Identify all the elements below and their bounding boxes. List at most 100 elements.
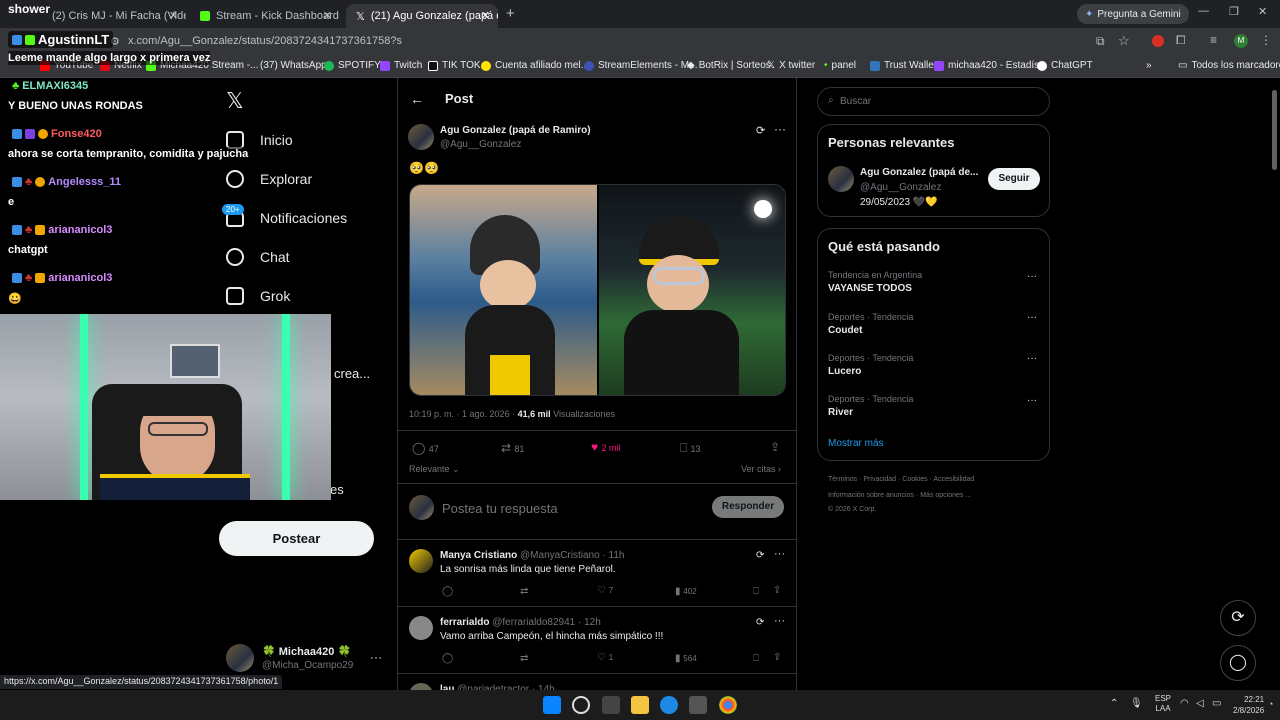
back-arrow-icon[interactable]: ← (410, 91, 424, 107)
close-icon[interactable]: ✕ (169, 9, 178, 22)
nav-explore[interactable]: Explorar (226, 170, 312, 188)
new-tab-button[interactable]: + (506, 5, 515, 22)
relevant-name[interactable]: Agu Gonzalez (papá de... (860, 167, 978, 178)
more-options-icon[interactable]: ··· (1027, 395, 1037, 406)
chrome-icon[interactable] (719, 696, 737, 714)
like-action[interactable]: ♡ 1 (597, 652, 613, 663)
language-indicator[interactable]: ESP LAA (1155, 694, 1171, 714)
reply-button[interactable]: Responder (712, 496, 784, 518)
trend-item[interactable]: Deportes · Tendencia Lucero (828, 353, 913, 377)
nav-chat[interactable]: Chat (226, 248, 290, 266)
nav-notifications[interactable]: Notificaciones (226, 209, 347, 227)
clock[interactable]: 22:21 2/8/2026 (1233, 694, 1264, 716)
views-action[interactable]: ▮ 564 (675, 653, 697, 664)
bookmark-spotify[interactable]: SPOTIFY (324, 60, 381, 71)
reply-author[interactable]: ferrarialdo (440, 617, 489, 628)
x-logo-icon[interactable]: 𝕏 (226, 88, 244, 114)
reply-input[interactable]: Postea tu respuesta (442, 501, 558, 516)
author-handle[interactable]: @Agu__Gonzalez (440, 139, 521, 150)
bookmark-trustwallet[interactable]: Trust Wallet (870, 60, 937, 71)
trend-item[interactable]: Deportes · Tendencia Coudet (828, 312, 913, 336)
repost-action[interactable]: ⇄ 81 (501, 441, 524, 455)
like-action[interactable]: ♡ 7 (597, 585, 613, 596)
footer-links[interactable]: Información sobre anuncios · Más opcione… (828, 492, 971, 499)
more-bookmarks-icon[interactable]: » (1146, 60, 1152, 71)
follow-button[interactable]: Seguir (988, 168, 1040, 190)
reply-icon[interactable]: ◯ (442, 586, 453, 597)
reply-author[interactable]: Manya Cristiano (440, 550, 517, 561)
nav-partial-label[interactable]: es (330, 482, 344, 497)
reply-item[interactable]: Manya Cristiano @ManyaCristiano · 11h La… (398, 540, 796, 606)
bookmark-michaa-stats[interactable]: michaa420 - Estadís... (934, 60, 1048, 71)
post-button[interactable]: Postear (219, 521, 374, 556)
url-input[interactable]: x.com/Agu__Gonzalez/status/2083724341737… (128, 35, 402, 47)
view-quotes-link[interactable]: Ver citas › (741, 464, 781, 474)
wifi-icon[interactable]: ◠ (1180, 698, 1189, 709)
avatar[interactable] (409, 616, 433, 640)
cast-icon[interactable]: ⧉ (1096, 34, 1105, 49)
media-control-icon[interactable]: ≡ (1210, 33, 1217, 47)
avatar[interactable] (828, 166, 854, 192)
close-icon[interactable]: ✕ (481, 9, 490, 22)
bookmark-action[interactable]: ⎕ 13 (680, 441, 701, 456)
more-options-icon[interactable]: ··· (370, 650, 382, 664)
avatar[interactable] (408, 124, 434, 150)
nav-grok[interactable]: Grok (226, 287, 290, 305)
extensions-puzzle-icon[interactable]: ⧠ (1176, 33, 1186, 48)
file-explorer-icon[interactable] (631, 696, 649, 714)
grok-floating-button[interactable]: ⟳ (1220, 600, 1256, 636)
reply-item[interactable]: ferrarialdo @ferrarialdo82941 · 12h Vamo… (398, 607, 796, 673)
show-more-link[interactable]: Mostrar más (828, 438, 884, 449)
repost-icon[interactable]: ⇄ (520, 653, 528, 664)
share-icon[interactable]: ⇪ (770, 440, 780, 454)
grok-icon[interactable]: ⟳ (756, 617, 764, 628)
minimize-button[interactable]: — (1198, 5, 1209, 17)
bookmark-whatsapp[interactable]: (37) WhatsApp (260, 60, 327, 71)
bookmark-streamelements[interactable]: StreamElements - M... (584, 60, 697, 71)
all-bookmarks[interactable]: ▭ Todos los marcadores (1178, 60, 1280, 71)
post-photo-baby[interactable] (410, 185, 597, 395)
gemini-button[interactable]: ✦ Pregunta a Gemini (1077, 4, 1189, 24)
more-options-icon[interactable]: ··· (774, 122, 786, 136)
more-options-icon[interactable]: ··· (1027, 353, 1037, 364)
task-view-icon[interactable] (602, 696, 620, 714)
tab-cris-mj[interactable]: (2) Cris MJ - Mi Facha (Video O... ✕ (36, 4, 186, 28)
bookmark-x[interactable]: 𝕏X twitter (767, 60, 815, 71)
share-icon[interactable]: ⇪ (773, 652, 781, 663)
grok-icon[interactable]: ⟳ (756, 124, 765, 137)
tab-kick-dashboard[interactable]: Stream - Kick Dashboard ✕ (190, 4, 340, 28)
share-icon[interactable]: ⇪ (773, 585, 781, 596)
more-options-icon[interactable]: ··· (1027, 312, 1037, 323)
relevance-dropdown[interactable]: Relevante ⌄ (409, 464, 460, 475)
bookmark-panel[interactable]: • panel (824, 60, 856, 71)
nav-partial-label[interactable]: crea... (334, 366, 370, 381)
repost-icon[interactable]: ⇄ (520, 586, 528, 597)
reply-icon[interactable]: ◯ (442, 653, 453, 664)
relevant-handle[interactable]: @Agu__Gonzalez (860, 182, 941, 193)
bookmark-star-icon[interactable]: ☆ (1118, 33, 1130, 49)
profile-avatar[interactable]: M (1234, 34, 1248, 48)
chat-floating-button[interactable]: ◯ (1220, 645, 1256, 681)
bookmark-chatgpt[interactable]: ChatGPT (1037, 60, 1093, 71)
author-name[interactable]: Agu Gonzalez (papá de Ramiro) (440, 125, 591, 136)
microphone-icon[interactable]: 🎙 (1130, 698, 1143, 709)
grok-icon[interactable]: ⟳ (756, 550, 764, 561)
search-icon[interactable] (572, 696, 590, 714)
more-options-icon[interactable]: ··· (774, 548, 785, 560)
bookmark-icon[interactable]: ⎕ (753, 586, 759, 597)
battery-icon[interactable]: ▭ (1212, 698, 1221, 709)
maximize-button[interactable]: ❐ (1229, 5, 1239, 18)
trend-item[interactable]: Deportes · Tendencia River (828, 394, 913, 418)
edge-icon[interactable] (660, 696, 678, 714)
extension-icon[interactable] (1152, 35, 1164, 47)
scrollbar[interactable] (1272, 90, 1277, 170)
reply-action[interactable]: ◯ 47 (412, 441, 439, 455)
close-window-button[interactable]: ✕ (1258, 5, 1267, 18)
notification-bell-icon[interactable]: ◔ (1268, 699, 1273, 709)
avatar[interactable] (226, 644, 254, 672)
more-options-icon[interactable]: ··· (774, 615, 785, 627)
like-action[interactable]: ♥ 2 mil (591, 440, 620, 454)
bookmark-twitch[interactable]: Twitch (380, 60, 422, 71)
views-action[interactable]: ▮ 402 (675, 586, 697, 597)
search-box[interactable]: ⌕ Buscar (817, 87, 1050, 116)
